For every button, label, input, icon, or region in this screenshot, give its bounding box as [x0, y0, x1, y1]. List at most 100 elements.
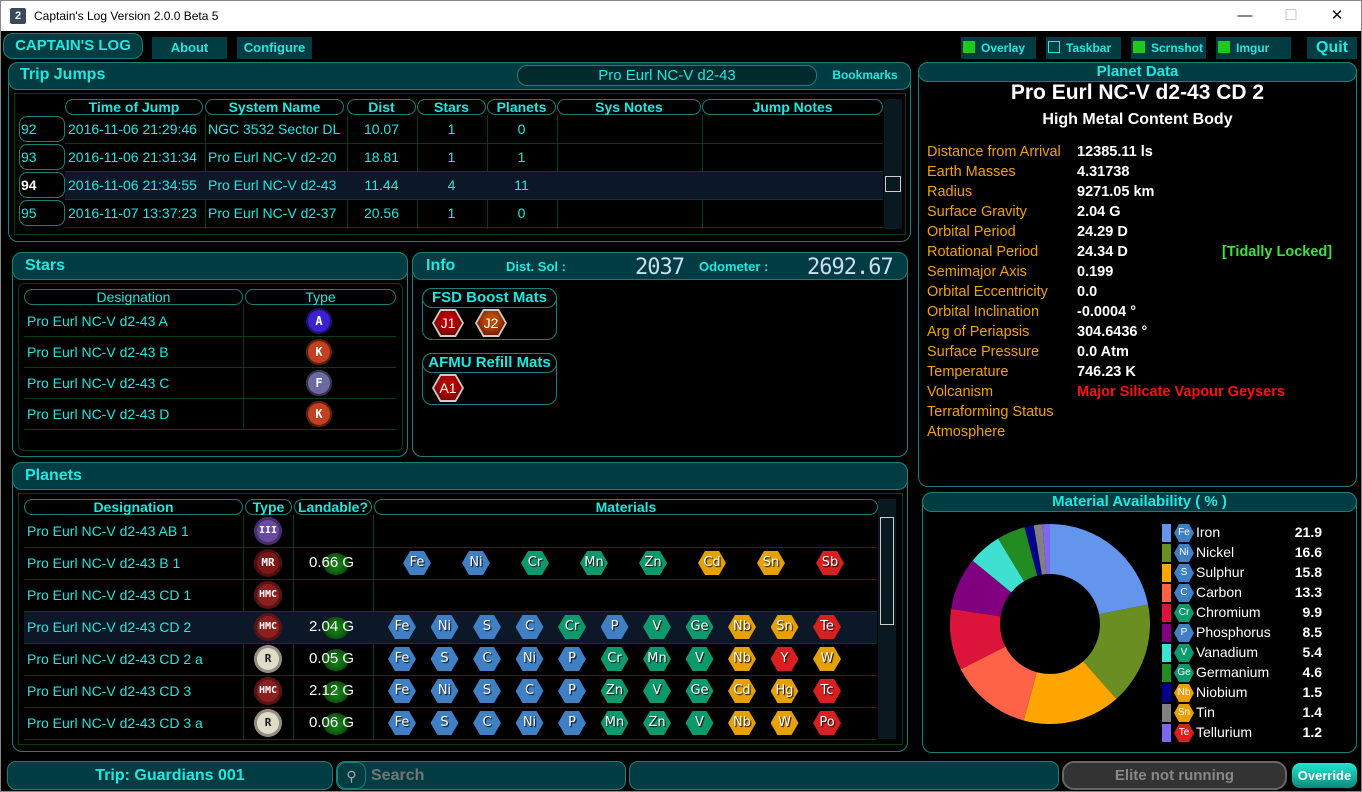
- jump-dist: 20.56: [363, 205, 400, 221]
- legend-item: Cr Chromium 9.9: [1162, 603, 1342, 623]
- toggle-scrnshot[interactable]: Scrnshot: [1131, 37, 1206, 59]
- minimize-button[interactable]: —: [1222, 1, 1268, 31]
- about-button[interactable]: About: [152, 37, 227, 59]
- planet-designation[interactable]: Pro Eurl NC-V d2-43 CD 1: [27, 587, 191, 603]
- legend-label: Nickel: [1196, 544, 1235, 560]
- legend-item: V Vanadium 5.4: [1162, 643, 1342, 663]
- gravity-unit: G: [342, 554, 355, 571]
- jump-system: Pro Eurl NC-V d2-20: [208, 149, 337, 165]
- bookmarks-button[interactable]: Bookmarks: [827, 65, 903, 85]
- pie-slice-iron: [1050, 524, 1149, 615]
- planet-data-header: Planet Data: [918, 62, 1357, 82]
- row-divider: [24, 429, 396, 430]
- planet-designation[interactable]: Pro Eurl NC-V d2-43 B 1: [27, 555, 180, 571]
- property-value: 4.31738: [1077, 164, 1130, 180]
- dist-sol-label: Dist. Sol :: [506, 259, 566, 274]
- search-icon[interactable]: ⚲: [337, 762, 366, 789]
- column-header[interactable]: Dist: [347, 99, 416, 115]
- jump-dist: 11.44: [364, 177, 399, 193]
- close-button[interactable]: ✕: [1314, 1, 1360, 31]
- maximize-button[interactable]: ☐: [1268, 1, 1314, 31]
- column-header[interactable]: Designation: [24, 499, 243, 515]
- column-header[interactable]: Type: [245, 499, 292, 515]
- trip-name[interactable]: Trip: Guardians 001: [7, 761, 333, 790]
- planet-designation[interactable]: Pro Eurl NC-V d2-43 CD 3: [27, 683, 191, 699]
- jump-number[interactable]: 95: [19, 200, 65, 226]
- jumps-scroll-thumb[interactable]: [885, 176, 901, 192]
- tidally-locked-note: [Tidally Locked]: [1222, 244, 1333, 260]
- legend-value: 16.6: [1294, 544, 1322, 560]
- column-header[interactable]: Landable?: [294, 499, 372, 515]
- legend-swatch: [1162, 604, 1171, 622]
- toggle-taskbar[interactable]: Taskbar: [1046, 37, 1121, 59]
- legend-value: 1.5: [1302, 684, 1322, 700]
- column-header[interactable]: Designation: [24, 289, 243, 305]
- row-divider: [24, 643, 877, 644]
- planet-type-badge: HMC: [254, 677, 282, 705]
- checkbox-icon[interactable]: [1218, 41, 1230, 53]
- configure-button[interactable]: Configure: [237, 37, 312, 59]
- jump-stars: 1: [447, 149, 456, 165]
- property-value: 304.6436 °: [1077, 324, 1148, 340]
- toggle-imgur[interactable]: Imgur: [1216, 37, 1291, 59]
- checkbox-icon[interactable]: [963, 41, 975, 53]
- column-header[interactable]: Jump Notes: [702, 99, 883, 115]
- current-system-field[interactable]: Pro Eurl NC-V d2-43: [517, 65, 817, 86]
- star-designation[interactable]: Pro Eurl NC-V d2-43 C: [27, 375, 169, 391]
- property-label: Surface Gravity: [927, 204, 1027, 220]
- legend-item: Te Tellurium 1.2: [1162, 723, 1342, 743]
- column-header[interactable]: Time of Jump: [65, 99, 203, 115]
- chart-legend: Fe Iron 21.9 Ni Nickel 16.6 S Sulphur 15.8 C Carbo…: [1162, 523, 1352, 748]
- legend-value: 8.5: [1302, 624, 1322, 640]
- row-divider: [24, 398, 396, 399]
- legend-item: Sn Tin 1.4: [1162, 703, 1342, 723]
- planet-designation[interactable]: Pro Eurl NC-V d2-43 AB 1: [27, 523, 189, 539]
- legend-swatch: [1162, 544, 1171, 562]
- legend-swatch: [1162, 684, 1171, 702]
- planets-scroll-thumb[interactable]: [880, 517, 894, 625]
- legend-value: 21.9: [1294, 524, 1322, 540]
- column-header[interactable]: System Name: [205, 99, 344, 115]
- jump-system: NGC 3532 Sector DL: [208, 121, 341, 137]
- column-header[interactable]: Planets: [487, 99, 556, 115]
- legend-swatch: [1162, 624, 1171, 642]
- star-type-badge: A: [306, 308, 332, 334]
- checkbox-icon[interactable]: [1048, 41, 1060, 53]
- property-label: Atmosphere: [927, 424, 1006, 440]
- star-designation[interactable]: Pro Eurl NC-V d2-43 D: [27, 406, 169, 422]
- column-header[interactable]: Materials: [374, 499, 878, 515]
- jump-time: 2016-11-07 13:37:23: [68, 205, 197, 221]
- toggle-overlay[interactable]: Overlay: [961, 37, 1036, 59]
- column-header[interactable]: Sys Notes: [557, 99, 701, 115]
- legend-label: Carbon: [1196, 584, 1242, 600]
- quit-button[interactable]: Quit: [1307, 37, 1357, 59]
- planet-body-type: High Metal Content Body: [1042, 111, 1233, 128]
- property-label: Orbital Period: [927, 224, 1016, 240]
- checkbox-icon[interactable]: [1133, 41, 1145, 53]
- jumps-scrollbar[interactable]: [884, 99, 902, 229]
- property-label: Orbital Eccentricity: [927, 284, 1048, 300]
- jump-number[interactable]: 93: [19, 144, 65, 170]
- star-designation[interactable]: Pro Eurl NC-V d2-43 A: [27, 313, 168, 329]
- planet-type-badge: HMC: [254, 613, 282, 641]
- star-designation[interactable]: Pro Eurl NC-V d2-43 B: [27, 344, 169, 360]
- jump-time: 2016-11-06 21:29:46: [68, 121, 197, 137]
- gravity-value: 0.06: [309, 714, 339, 731]
- jump-stars: 1: [447, 205, 456, 221]
- property-value: 12385.11 ls: [1077, 144, 1153, 160]
- search-input[interactable]: [371, 765, 616, 786]
- jump-number[interactable]: 92: [19, 116, 65, 142]
- info-header: Info Dist. Sol : 2037 Odometer : 2692.67: [412, 252, 908, 280]
- landable-gravity: 2.04 G: [309, 617, 354, 639]
- planet-designation[interactable]: Pro Eurl NC-V d2-43 CD 3 a: [27, 715, 203, 731]
- gravity-unit: G: [342, 650, 355, 667]
- legend-swatch: [1162, 644, 1171, 662]
- planet-designation[interactable]: Pro Eurl NC-V d2-43 CD 2 a: [27, 651, 203, 667]
- property-value: 0.199: [1077, 264, 1114, 280]
- jump-number[interactable]: 94: [19, 172, 65, 198]
- column-header[interactable]: Type: [245, 289, 396, 305]
- planet-designation[interactable]: Pro Eurl NC-V d2-43 CD 2: [27, 619, 191, 635]
- column-header[interactable]: Stars: [417, 99, 486, 115]
- planet-type-badge: III: [254, 517, 282, 545]
- override-button[interactable]: Override: [1292, 763, 1357, 788]
